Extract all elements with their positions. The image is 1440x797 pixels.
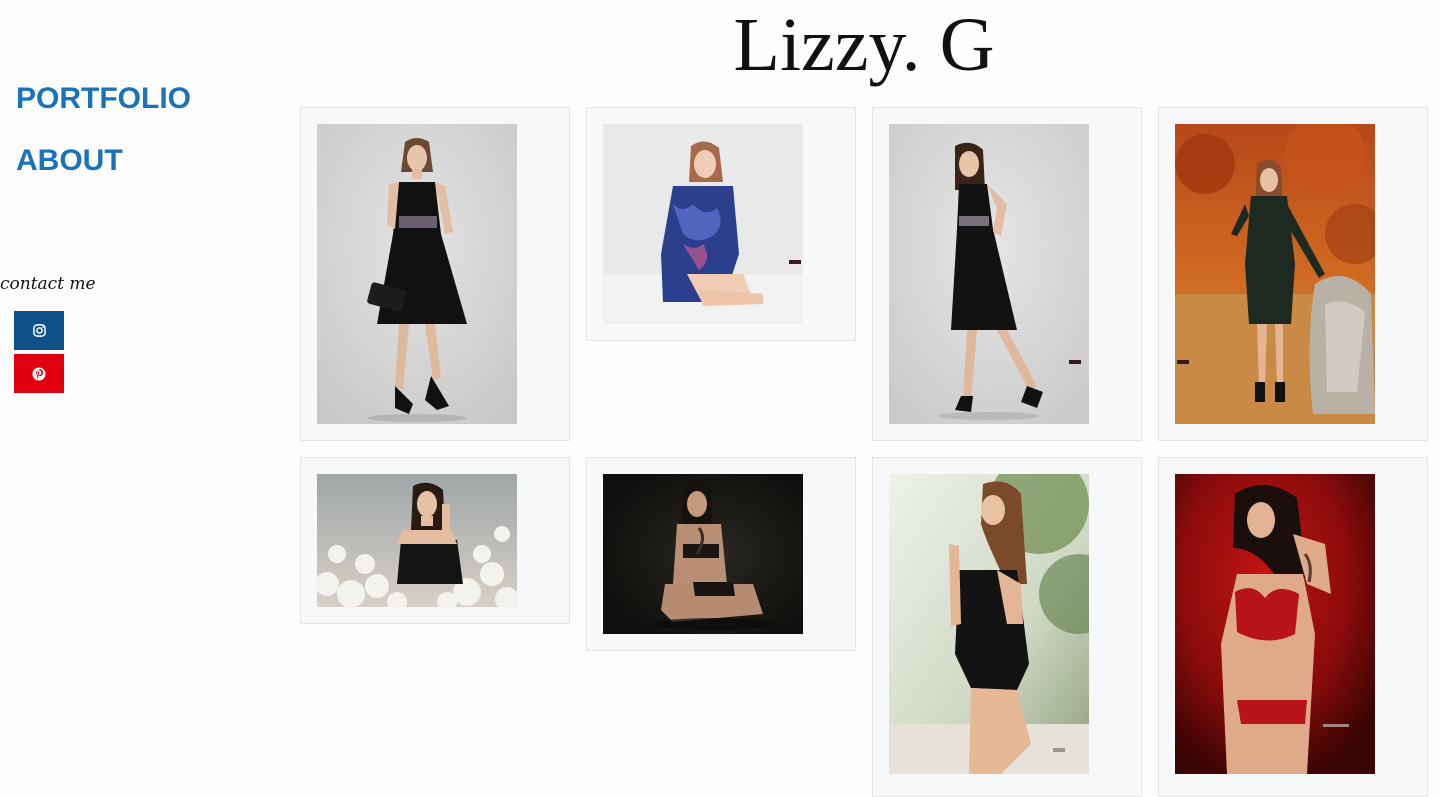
gallery-photo[interactable] [889,124,1089,424]
gallery-photo[interactable] [317,474,517,607]
gallery-card[interactable] [1158,457,1428,797]
gallery-card[interactable] [586,457,856,651]
gallery-photo[interactable] [1175,124,1375,424]
nav-link-about[interactable]: ABOUT [16,142,191,180]
gallery-card[interactable] [300,107,570,441]
gallery-photo[interactable] [1175,474,1375,774]
gallery-card[interactable] [1158,107,1428,441]
instagram-icon [32,324,46,337]
gallery-card[interactable] [300,457,570,624]
nav-link-portfolio[interactable]: PORTFOLIO [16,80,191,118]
gallery-photo[interactable] [317,124,517,424]
gallery-photo[interactable] [889,474,1089,774]
pinterest-icon [32,367,46,380]
gallery-card[interactable] [586,107,856,341]
gallery-photo[interactable] [603,474,803,634]
gallery-photo[interactable] [603,124,803,324]
main-nav: PORTFOLIO ABOUT [16,80,191,204]
gallery-card[interactable] [872,107,1142,441]
contact-title: contact me [0,274,96,294]
instagram-button[interactable] [14,311,64,350]
site-title: Lizzy. G [733,3,995,87]
pinterest-button[interactable] [14,354,64,393]
gallery-card[interactable] [872,457,1142,797]
